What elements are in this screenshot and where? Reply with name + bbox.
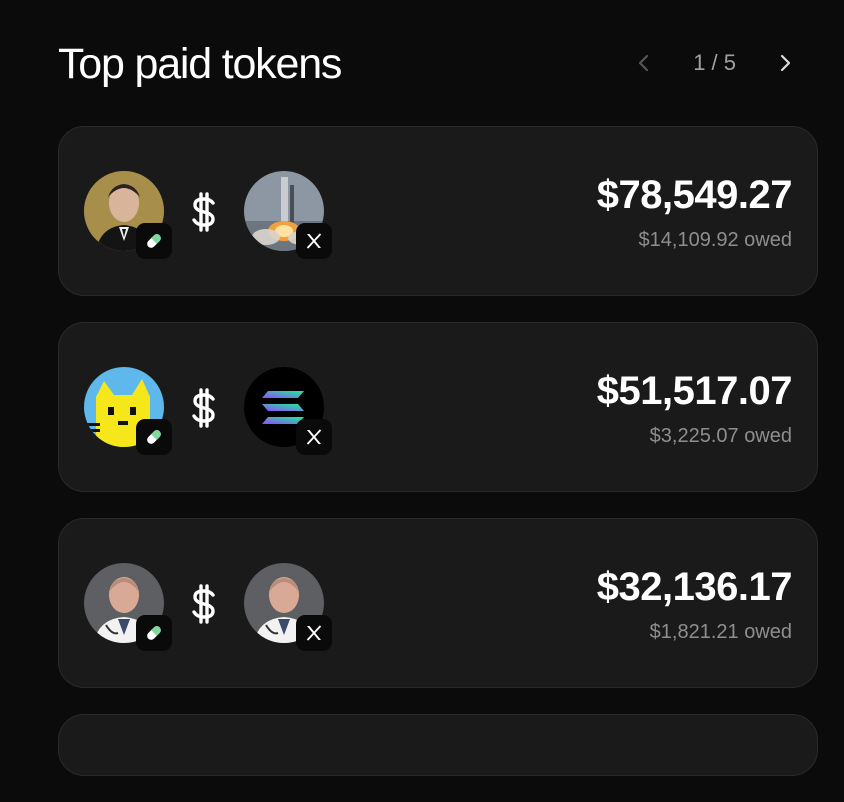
section-header: Top paid tokens 1 / 5 xyxy=(58,36,818,92)
owed-amount: $1,821.21 owed xyxy=(649,621,792,643)
next-page-button[interactable] xyxy=(770,48,800,78)
page-title: Top paid tokens xyxy=(58,40,342,88)
prev-page-button[interactable] xyxy=(629,48,659,78)
dollar-icon xyxy=(192,584,215,624)
x-logo-icon xyxy=(306,233,322,249)
token-card[interactable]: $32,136.17 $1,821.21 owed xyxy=(58,518,818,688)
token-card[interactable]: $78,549.27 $14,109.92 owed xyxy=(58,126,818,296)
pill-badge xyxy=(136,615,172,651)
chevron-left-icon xyxy=(639,54,649,72)
x-logo-icon xyxy=(306,625,322,641)
owed-amount: $3,225.07 owed xyxy=(649,425,792,447)
token-card[interactable]: $51,517.07 $3,225.07 owed xyxy=(58,322,818,492)
paid-amount: $32,136.17 xyxy=(596,565,793,609)
owed-amount: $14,109.92 owed xyxy=(638,229,792,251)
paid-amount: $51,517.07 xyxy=(596,369,793,413)
dollar-icon xyxy=(192,192,215,232)
pagination: 1 / 5 xyxy=(629,48,800,78)
target-avatar xyxy=(244,171,332,259)
pill-badge xyxy=(136,223,172,259)
token-avatar xyxy=(84,367,172,455)
token-list: $78,549.27 $14,109.92 owed $51,517.07 $3… xyxy=(58,126,818,802)
pill-icon xyxy=(147,234,161,248)
x-badge xyxy=(296,223,332,259)
paid-amount: $78,549.27 xyxy=(596,173,793,217)
target-avatar xyxy=(244,367,332,455)
x-badge xyxy=(296,615,332,651)
dollar-icon xyxy=(192,388,215,428)
x-badge xyxy=(296,419,332,455)
pill-icon xyxy=(147,626,161,640)
chevron-right-icon xyxy=(780,54,791,72)
pill-badge xyxy=(136,419,172,455)
x-logo-icon xyxy=(306,429,322,445)
pill-icon xyxy=(147,430,161,444)
target-avatar xyxy=(244,563,332,651)
page-indicator: 1 / 5 xyxy=(693,50,736,75)
token-card[interactable] xyxy=(58,714,818,776)
token-avatar xyxy=(84,171,172,259)
token-avatar xyxy=(84,563,172,651)
